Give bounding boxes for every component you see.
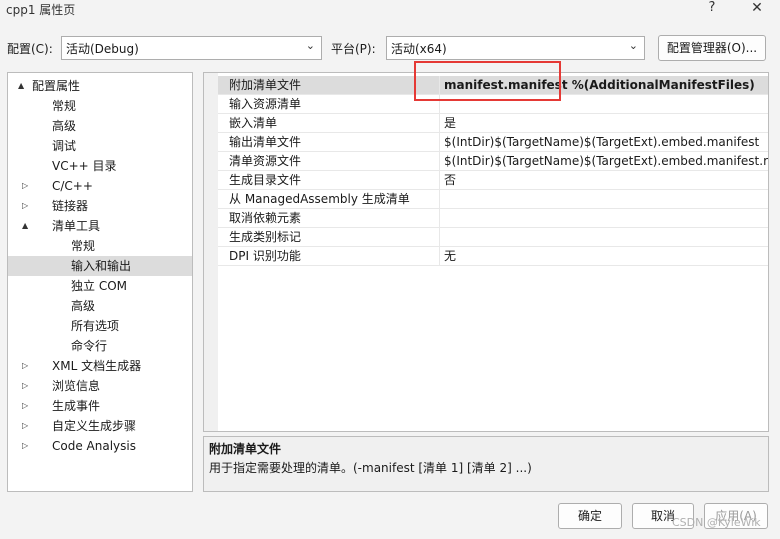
platform-value: 活动(x64) [391, 42, 447, 56]
tree-item-label: C/C++ [52, 179, 93, 193]
tree-item[interactable]: 常规 [8, 236, 192, 256]
tree-item[interactable]: ▷ 自定义生成步骤 [8, 416, 192, 436]
tree-item[interactable]: 调试 [8, 136, 192, 156]
tree-item[interactable]: 所有选项 [8, 316, 192, 336]
tree-item-label: 所有选项 [71, 319, 120, 333]
tree-item[interactable]: 独立 COM [8, 276, 192, 296]
property-name: DPI 识别功能 [229, 249, 301, 263]
tree-item-label: 自定义生成步骤 [52, 419, 137, 433]
property-name: 生成目录文件 [229, 173, 302, 187]
property-tree[interactable]: ▲ 配置属性 常规 高级 调试 VC++ 目录 ▷ C/C++ ▷ 链接器 ▲ 清单工具 常规 输入和输出… [7, 72, 193, 492]
collapsed-arrow-icon[interactable]: ▷ [22, 356, 32, 376]
property-value[interactable]: 无 [444, 247, 456, 265]
config-label: 配置(C): [7, 42, 53, 56]
collapsed-arrow-icon[interactable]: ▷ [22, 436, 32, 456]
property-name: 取消依赖元素 [229, 211, 302, 225]
description-panel: 附加清单文件 用于指定需要处理的清单。(-manifest [清单 1] [清单… [203, 436, 769, 492]
property-row[interactable]: 生成类别标记 [218, 228, 768, 247]
column-divider [439, 133, 440, 152]
highlight-box [414, 61, 561, 101]
property-value[interactable]: 否 [444, 171, 456, 189]
property-name: 清单资源文件 [229, 154, 302, 168]
property-name: 输入资源清单 [229, 97, 302, 111]
column-divider [439, 247, 440, 266]
platform-dropdown[interactable]: 活动(x64) ⌄ [386, 36, 645, 60]
property-name: 附加清单文件 [229, 78, 302, 92]
tree-item[interactable]: ▷ 链接器 [8, 196, 192, 216]
tree-item-label: 常规 [71, 239, 96, 253]
tree-item-label: 输入和输出 [71, 259, 132, 273]
property-row[interactable]: 清单资源文件 $(IntDir)$(TargetName)$(TargetExt)… [218, 152, 768, 171]
column-divider [439, 171, 440, 190]
property-value[interactable]: $(IntDir)$(TargetName)$(TargetExt).embed… [444, 133, 759, 151]
tree-item-label: 独立 COM [71, 279, 127, 293]
tree-item-label: 高级 [71, 299, 96, 313]
tree-item[interactable]: VC++ 目录 [8, 156, 192, 176]
window-title: cpp1 属性页 [6, 3, 76, 17]
tree-item[interactable]: ▷ 浏览信息 [8, 376, 192, 396]
tree-item-label: 链接器 [52, 199, 89, 213]
tree-item-label: VC++ 目录 [52, 159, 117, 173]
tree-item-label: XML 文档生成器 [52, 359, 142, 373]
config-value: 活动(Debug) [66, 42, 139, 56]
tree-item[interactable]: ▲ 清单工具 [8, 216, 192, 236]
tree-item-label: Code Analysis [52, 439, 136, 453]
collapsed-arrow-icon[interactable]: ▷ [22, 416, 32, 436]
chevron-down-icon: ⌄ [305, 39, 315, 52]
property-value[interactable]: 是 [444, 114, 456, 132]
collapsed-arrow-icon[interactable]: ▷ [22, 396, 32, 416]
chevron-down-icon: ⌄ [628, 39, 638, 52]
ok-button[interactable]: 确定 [558, 503, 622, 529]
tree-item[interactable]: ▷ XML 文档生成器 [8, 356, 192, 376]
property-name: 嵌入清单 [229, 116, 278, 130]
platform-label: 平台(P): [331, 42, 376, 56]
tree-item[interactable]: ▲ 配置属性 [8, 76, 192, 96]
description-title: 附加清单文件 [209, 442, 282, 456]
property-row[interactable]: 嵌入清单 是 [218, 114, 768, 133]
tree-item[interactable]: 常规 [8, 96, 192, 116]
tree-item-label: 清单工具 [52, 219, 101, 233]
config-manager-button[interactable]: 配置管理器(O)... [658, 35, 766, 61]
property-value[interactable]: $(IntDir)$(TargetName)$(TargetExt).embed… [444, 152, 768, 170]
help-button[interactable]: ? [704, 0, 720, 18]
tree-item-label: 常规 [52, 99, 77, 113]
column-divider [439, 152, 440, 171]
collapsed-arrow-icon[interactable]: ▷ [22, 176, 32, 196]
property-row[interactable]: 输出清单文件 $(IntDir)$(TargetName)$(TargetExt)… [218, 133, 768, 152]
property-grid[interactable]: 附加清单文件 manifest.manifest %(AdditionalMani… [203, 72, 769, 432]
collapsed-arrow-icon[interactable]: ▷ [22, 196, 32, 216]
expanded-arrow-icon[interactable]: ▲ [18, 76, 28, 96]
expanded-arrow-icon[interactable]: ▲ [22, 216, 32, 236]
tree-item-label: 高级 [52, 119, 77, 133]
tree-item[interactable]: 高级 [8, 116, 192, 136]
tree-item-label: 命令行 [71, 339, 108, 353]
tree-item[interactable]: ▷ Code Analysis [8, 436, 192, 456]
tree-item[interactable]: ▷ 生成事件 [8, 396, 192, 416]
property-name: 生成类别标记 [229, 230, 302, 244]
grid-gutter [204, 73, 218, 431]
tree-item[interactable]: 高级 [8, 296, 192, 316]
property-row[interactable]: 取消依赖元素 [218, 209, 768, 228]
tree-item[interactable]: 输入和输出 [8, 256, 192, 276]
column-divider [439, 190, 440, 209]
watermark: CSDN @KyleWik [672, 516, 761, 529]
property-name: 从 ManagedAssembly 生成清单 [229, 192, 410, 206]
property-row[interactable]: 生成目录文件 否 [218, 171, 768, 190]
column-divider [439, 228, 440, 247]
tree-item[interactable]: 命令行 [8, 336, 192, 356]
tree-item-label: 生成事件 [52, 399, 101, 413]
description-body: 用于指定需要处理的清单。(-manifest [清单 1] [清单 2] ...… [209, 461, 532, 475]
property-row[interactable]: DPI 识别功能 无 [218, 247, 768, 266]
tree-item-label: 调试 [52, 139, 77, 153]
column-divider [439, 114, 440, 133]
tree-item-label: 配置属性 [32, 79, 81, 93]
property-name: 输出清单文件 [229, 135, 302, 149]
tree-item-label: 浏览信息 [52, 379, 101, 393]
close-button[interactable]: ✕ [748, 0, 766, 18]
config-dropdown[interactable]: 活动(Debug) ⌄ [61, 36, 322, 60]
collapsed-arrow-icon[interactable]: ▷ [22, 376, 32, 396]
column-divider [439, 209, 440, 228]
property-row[interactable]: 从 ManagedAssembly 生成清单 [218, 190, 768, 209]
tree-item[interactable]: ▷ C/C++ [8, 176, 192, 196]
